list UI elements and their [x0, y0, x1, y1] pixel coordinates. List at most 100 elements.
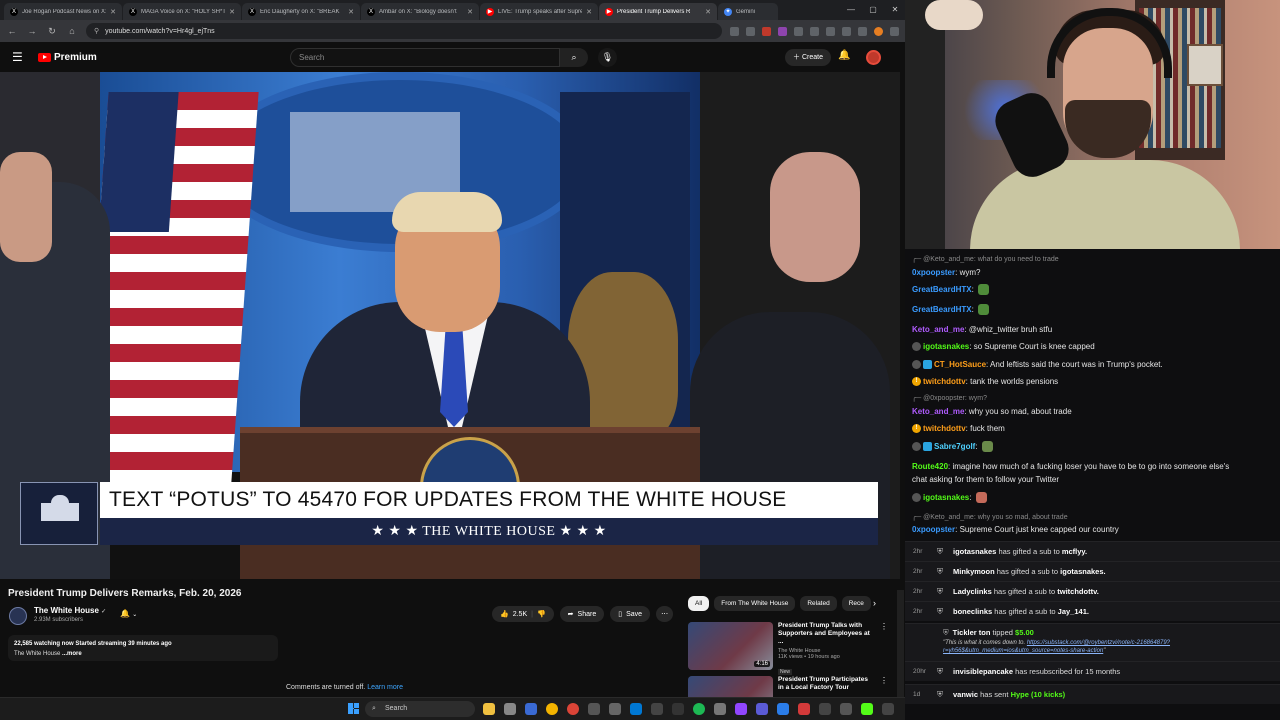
file-explorer-icon[interactable] — [483, 703, 495, 715]
minimize-icon[interactable]: — — [840, 0, 862, 20]
event-target-user[interactable]: Jay_141. — [1058, 607, 1089, 616]
subscription-bell-button[interactable]: 🔔 ⌄ — [120, 609, 152, 622]
hamburger-menu-icon[interactable]: ☰ — [12, 50, 34, 64]
chat-username[interactable]: CT_HotSauce — [934, 360, 986, 369]
app-icon[interactable] — [861, 703, 873, 715]
event-user[interactable]: Minkymoon — [953, 567, 995, 576]
browser-tab[interactable]: ✦ Gemini — [718, 3, 778, 20]
app-icon[interactable] — [798, 703, 810, 715]
extension-icon[interactable] — [794, 26, 803, 36]
youtube-logo[interactable]: Premium — [38, 52, 97, 63]
event-user[interactable]: igotasnakes — [953, 547, 996, 556]
chrome-icon[interactable] — [567, 703, 579, 715]
extension-icon[interactable] — [842, 26, 851, 36]
reload-icon[interactable]: ↻ — [46, 26, 58, 37]
app-icon[interactable] — [882, 703, 894, 715]
event-user[interactable]: boneclinks — [953, 607, 992, 616]
app-icon[interactable] — [819, 703, 831, 715]
app-icon[interactable] — [609, 703, 621, 715]
browser-tab[interactable]: X Joe Rogan Podcast News on X: ✕ — [4, 3, 122, 20]
browser-tab[interactable]: ▶ President Trump Delivers R ✕ — [599, 3, 717, 20]
event-target-user[interactable]: mcflyy. — [1062, 547, 1087, 556]
extension-icon[interactable] — [810, 26, 819, 36]
browser-tab[interactable]: X Ambar on X: "Biology doesn't ✕ — [361, 3, 479, 20]
event-user[interactable]: invisiblepancake — [953, 667, 1013, 676]
extension-icon[interactable] — [826, 26, 835, 36]
close-tab-icon[interactable]: ✕ — [348, 8, 354, 16]
app-icon[interactable] — [504, 703, 516, 715]
app-icon[interactable] — [525, 703, 537, 715]
more-link[interactable]: ...more — [62, 651, 82, 657]
back-icon[interactable]: ← — [6, 26, 18, 36]
app-icon[interactable] — [714, 703, 726, 715]
event-user[interactable]: Ladyclinks — [953, 587, 992, 596]
tip-user[interactable]: Tickler ton — [953, 628, 991, 637]
app-icon[interactable] — [651, 703, 663, 715]
chat-username[interactable]: twitchdottv — [923, 424, 966, 433]
event-target-user[interactable]: twitchdottv. — [1057, 587, 1099, 596]
video-description[interactable]: 22,585 watching now Started streaming 39… — [8, 635, 278, 661]
notifications-bell-icon[interactable]: 🔔 — [838, 50, 850, 61]
close-window-icon[interactable]: ✕ — [884, 0, 906, 20]
extension-icon[interactable] — [858, 26, 867, 36]
create-button[interactable]: ＋ Create — [785, 49, 831, 66]
thumbs-down-icon[interactable]: 👎 — [537, 610, 546, 618]
spotify-icon[interactable] — [693, 703, 705, 715]
recommended-title[interactable]: President Trump Talks with Supporters an… — [778, 622, 875, 646]
like-button[interactable]: 👍 2.5K | 👎 — [492, 606, 554, 622]
chrome-icon[interactable] — [546, 703, 558, 715]
app-icon[interactable] — [672, 703, 684, 715]
browser-tab[interactable]: ▶ LIVE: Trump speaks after Supre ✕ — [480, 3, 598, 20]
windows-start-icon[interactable] — [348, 703, 359, 714]
bookmark-icon[interactable] — [746, 26, 755, 36]
event-user[interactable]: vanwic — [953, 690, 978, 699]
close-tab-icon[interactable]: ✕ — [705, 8, 711, 16]
app-icon[interactable] — [588, 703, 600, 715]
recommended-video[interactable]: 4:16 President Trump Talks with Supporte… — [688, 622, 888, 675]
extension-icon[interactable] — [762, 26, 771, 36]
filter-chip[interactable]: All — [688, 596, 710, 611]
chat-username[interactable]: GreatBeardHTX — [912, 305, 972, 314]
more-options-icon[interactable]: ⋮ — [880, 676, 888, 698]
voice-search-button[interactable]: 🎙 — [598, 48, 617, 67]
browser-tab[interactable]: X Eric Daugherty on X: "BREAK ✕ — [242, 3, 360, 20]
filter-chip[interactable]: Related — [800, 596, 837, 611]
home-icon[interactable]: ⌂ — [66, 26, 78, 36]
chat-username[interactable]: 0xpoopster — [912, 268, 955, 277]
video-thumbnail[interactable] — [688, 676, 773, 698]
chat-username[interactable]: Keto_and_me — [912, 325, 964, 334]
more-actions-button[interactable]: ⋯ — [656, 606, 674, 622]
recommended-video[interactable]: President Trump Participates in a Local … — [688, 676, 888, 698]
video-player[interactable]: TEXT “POTUS” TO 45470 FOR UPDATES FROM T… — [0, 72, 900, 579]
extension-icon[interactable] — [730, 26, 739, 36]
chat-username[interactable]: igotasnakes — [923, 493, 969, 502]
profile-avatar-icon[interactable] — [874, 26, 883, 36]
app-icon[interactable] — [840, 703, 852, 715]
chat-username[interactable]: Route420 — [912, 462, 948, 471]
chevron-right-icon[interactable]: › — [873, 598, 876, 608]
chat-username[interactable]: 0xpoopster — [912, 525, 955, 534]
video-thumbnail[interactable]: 4:16 — [688, 622, 773, 670]
filter-chip[interactable]: From The White House — [714, 596, 796, 611]
more-options-icon[interactable]: ⋮ — [880, 622, 888, 672]
filter-chip[interactable]: Rece — [841, 596, 871, 611]
chat-username[interactable]: twitchdottv — [923, 377, 966, 386]
chat-username[interactable]: GreatBeardHTX — [912, 285, 972, 294]
site-info-icon[interactable]: ⚲ — [94, 27, 99, 35]
menu-icon[interactable] — [890, 26, 899, 36]
chat-username[interactable]: igotasnakes — [923, 342, 969, 351]
share-button[interactable]: ➦ Share — [559, 606, 605, 622]
extension-icon[interactable] — [778, 26, 787, 36]
close-tab-icon[interactable]: ✕ — [586, 8, 592, 16]
url-field[interactable]: ⚲ youtube.com/watch?v=Hr4gl_ejTns — [86, 23, 722, 39]
learn-more-link[interactable]: Learn more — [367, 684, 403, 691]
app-icon[interactable] — [630, 703, 642, 715]
recommended-title[interactable]: President Trump Participates in a Local … — [778, 676, 875, 692]
browser-tab[interactable]: X MAGA Voice on X: "HOLY SH*T ✕ — [123, 3, 241, 20]
app-icon[interactable] — [735, 703, 747, 715]
close-tab-icon[interactable]: ✕ — [467, 8, 473, 16]
chat-username[interactable]: Keto_and_me — [912, 407, 964, 416]
forward-icon[interactable]: → — [26, 26, 38, 36]
channel-avatar[interactable] — [9, 607, 27, 625]
maximize-icon[interactable]: ▢ — [862, 0, 884, 20]
